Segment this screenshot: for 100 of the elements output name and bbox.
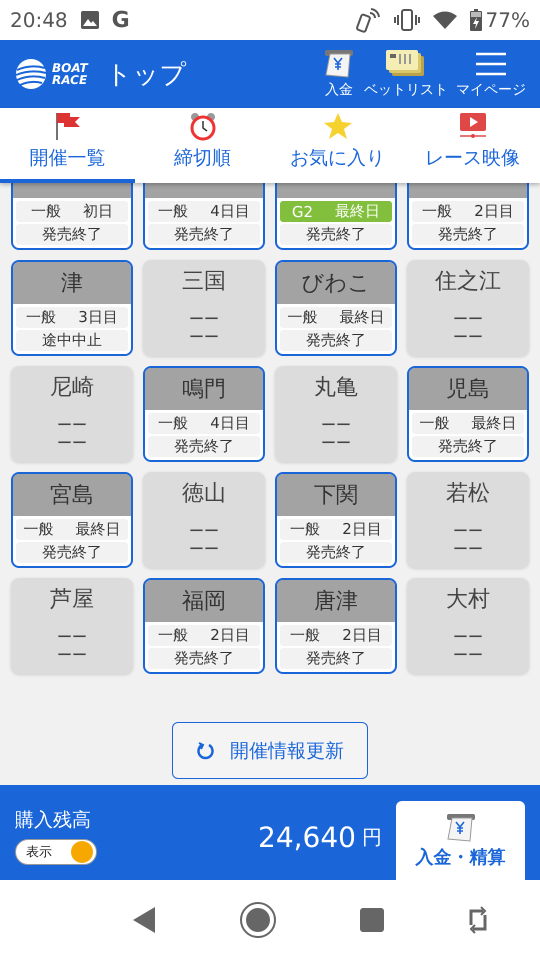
venue-card[interactable]: G2 最終日 発売終了 [275, 183, 397, 250]
logo-text: RACE [52, 74, 88, 86]
sales-status: 発売終了 [412, 224, 524, 245]
sales-status: 発売終了 [280, 330, 392, 351]
grade-day-label: 一般 2日目 [412, 201, 524, 222]
sales-status: 発売終了 [16, 542, 128, 563]
dash-placeholder: ーー [189, 328, 219, 346]
clock-time: 20:48 [10, 8, 68, 32]
venue-card[interactable]: 芦屋 ーー ーー [11, 578, 133, 674]
venue-card[interactable]: びわこ 一般 最終日 発売終了 [275, 260, 397, 356]
venue-card[interactable]: 三国 ーー ーー [143, 260, 265, 356]
battery-percent: 77% [486, 8, 530, 32]
venue-card[interactable]: 鳴門 一般 4日目 発売終了 [143, 366, 265, 462]
flag-icon [54, 111, 82, 141]
venue-card[interactable]: 福岡 一般 2日目 発売終了 [143, 578, 265, 674]
grade-day-label: 一般 最終日 [412, 413, 524, 434]
wifi-icon [432, 10, 458, 30]
sales-status: 発売終了 [280, 224, 392, 245]
logo-text: BOAT [52, 62, 88, 74]
grade-day-label: 一般 最終日 [16, 519, 128, 540]
dash-placeholder: ーー [57, 628, 87, 646]
tickets-icon [386, 49, 426, 79]
balance-amount: 24,640 [258, 821, 356, 854]
grade-day-label: G2 最終日 [280, 201, 392, 222]
grade-day-label: 一般 2日目 [280, 625, 392, 646]
dash-placeholder: ーー [321, 416, 351, 434]
video-icon [458, 111, 486, 141]
venue-name: 徳山 [182, 480, 226, 508]
show-toggle[interactable]: 表示 [15, 838, 97, 864]
sales-status: 発売終了 [148, 648, 260, 669]
grade-day-label: 一般 最終日 [280, 307, 392, 328]
dash-placeholder: ーー [57, 434, 87, 452]
dash-placeholder: ーー [453, 646, 483, 664]
venue-name: 福岡 [145, 580, 263, 622]
sales-status: 発売終了 [412, 436, 524, 457]
venue-name: 津 [13, 262, 131, 304]
venue-card[interactable]: 大村 ーー ーー [407, 578, 529, 674]
tab[interactable]: レース映像 [405, 108, 540, 183]
venue-name: 鳴門 [145, 368, 263, 410]
venue-name: 芦屋 [50, 586, 94, 614]
dash-placeholder: ーー [321, 434, 351, 452]
tab[interactable]: 締切順 [135, 108, 270, 183]
sales-status: 発売終了 [280, 542, 392, 563]
grade-day-label: 一般 初日 [16, 201, 128, 222]
tab[interactable]: お気に入り [270, 108, 405, 183]
header-action-button[interactable]: マイページ [452, 49, 530, 99]
grade-day-label: 一般 4日目 [148, 201, 260, 222]
venue-card[interactable]: 一般 2日目 発売終了 [407, 183, 529, 250]
grade-day-label: 一般 4日目 [148, 413, 260, 434]
phone-nfc-icon [356, 7, 382, 33]
sales-status: 発売終了 [280, 648, 392, 669]
venue-card[interactable]: 児島 一般 最終日 発売終了 [407, 366, 529, 462]
sales-status: 途中中止 [16, 330, 128, 351]
venue-name: 丸亀 [314, 374, 358, 402]
sales-status: 発売終了 [148, 436, 260, 457]
rotate-icon[interactable] [467, 905, 489, 935]
sales-status: 発売終了 [148, 224, 260, 245]
recents-icon[interactable] [359, 907, 385, 933]
venue-card[interactable]: 住之江 ーー ーー [407, 260, 529, 356]
dash-placeholder: ーー [453, 328, 483, 346]
venue-card[interactable]: 一般 初日 発売終了 [11, 183, 133, 250]
venue-name: 住之江 [435, 268, 501, 296]
wave-logo-icon [14, 58, 48, 90]
venue-name: びわこ [277, 262, 395, 304]
venue-card[interactable]: 下関 一般 2日目 発売終了 [275, 472, 397, 568]
deposit-settle-button[interactable]: 入金・精算 [396, 801, 525, 880]
venue-card[interactable]: 若松 ーー ーー [407, 472, 529, 568]
venue-card[interactable]: 尼崎 ーー ーー [11, 366, 133, 462]
venue-name: 下関 [277, 474, 395, 516]
currency-unit: 円 [362, 824, 382, 851]
venue-card[interactable]: 唐津 一般 2日目 発売終了 [275, 578, 397, 674]
header-action-button[interactable]: 入金 [318, 49, 360, 99]
dash-placeholder: ーー [189, 522, 219, 540]
balance-label: 購入残高 [15, 808, 92, 832]
dash-placeholder: ーー [453, 540, 483, 558]
venue-name: 三国 [182, 268, 226, 296]
header-action-button[interactable]: ベットリスト [360, 49, 452, 99]
dash-placeholder: ーー [453, 522, 483, 540]
dash-placeholder: ーー [453, 628, 483, 646]
dash-placeholder: ーー [453, 310, 483, 328]
venue-name: 大村 [446, 586, 490, 614]
alarm-clock-icon [188, 111, 216, 141]
dash-placeholder: ーー [189, 540, 219, 558]
home-icon[interactable] [239, 901, 277, 939]
venue-card[interactable]: 宮島 一般 最終日 発売終了 [11, 472, 133, 568]
app-notification-letter: G [112, 8, 130, 32]
refresh-icon [196, 740, 216, 760]
venue-name: 若松 [446, 480, 490, 508]
battery-icon [470, 9, 482, 31]
refresh-button[interactable]: 開催情報更新 [172, 722, 368, 779]
page-title: トップ [106, 58, 188, 92]
dash-placeholder: ーー [189, 310, 219, 328]
grade-day-label: 一般 2日目 [280, 519, 392, 540]
venue-card[interactable]: 丸亀 ーー ーー [275, 366, 397, 462]
venue-card[interactable]: 津 一般 3日目 途中中止 [11, 260, 133, 356]
venue-card[interactable]: 徳山 ーー ーー [143, 472, 265, 568]
vibrate-icon [394, 8, 420, 32]
grade-day-label: 一般 3日目 [16, 307, 128, 328]
venue-card[interactable]: 一般 4日目 発売終了 [143, 183, 265, 250]
back-icon[interactable] [131, 906, 157, 934]
